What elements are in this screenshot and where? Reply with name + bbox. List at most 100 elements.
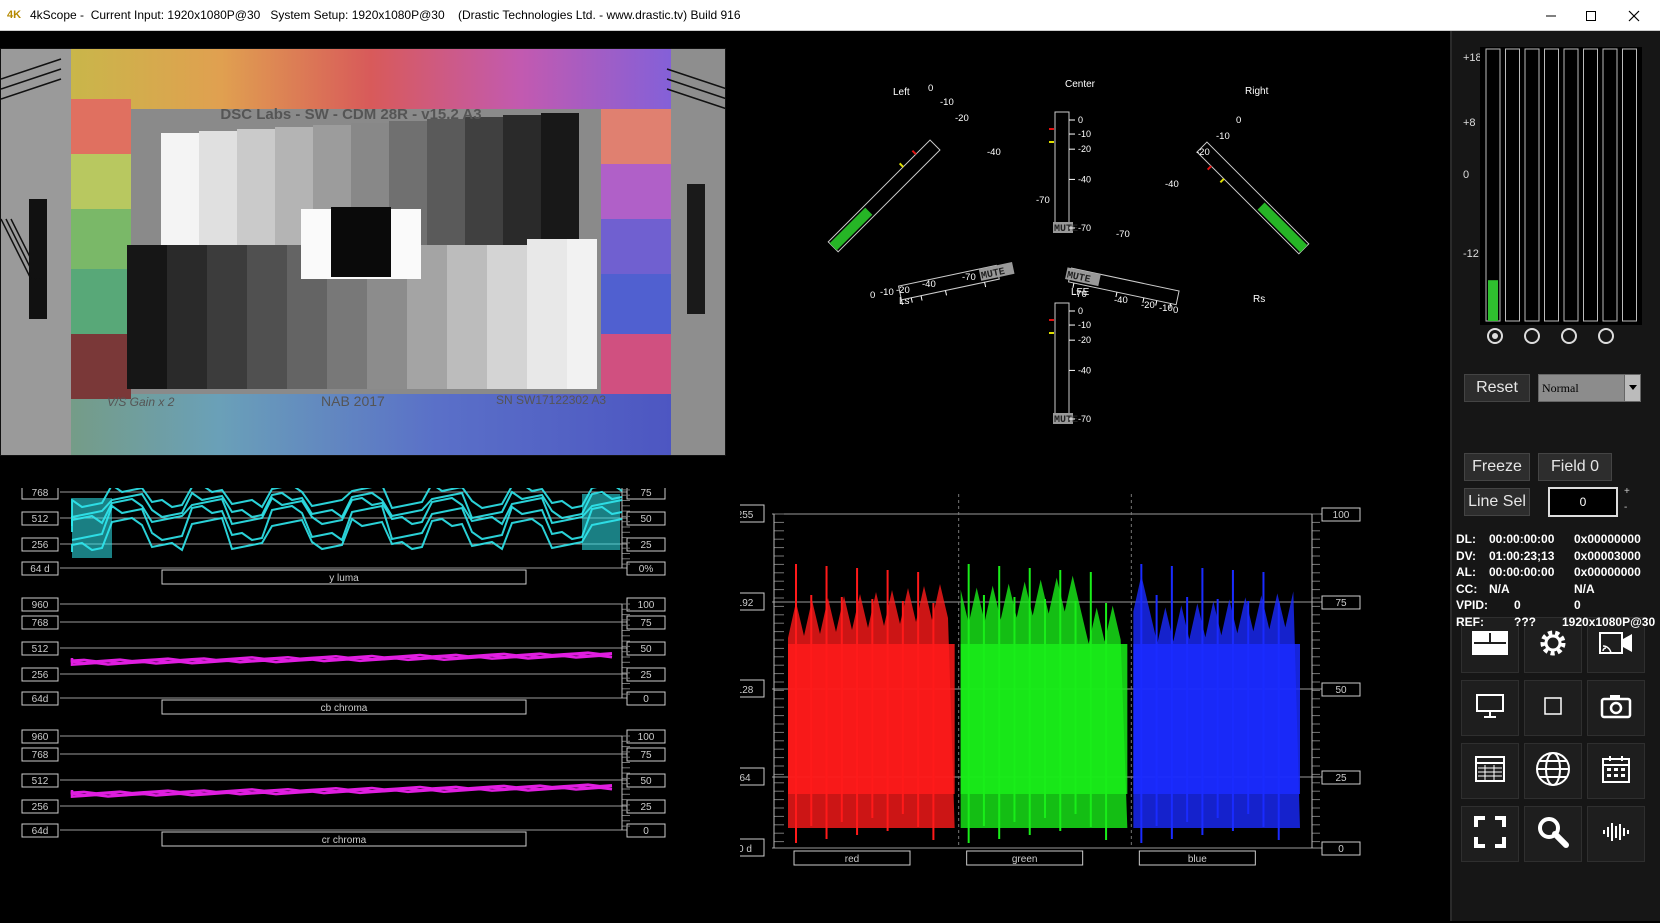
status-row: REF:??? 1920x1080P@30 xyxy=(1456,614,1656,631)
waveform-audio-button[interactable] xyxy=(1587,806,1645,862)
video-preview[interactable]: DSC Labs - SW - CDM 28R - v15.2 A3 V/S G… xyxy=(0,48,726,456)
left-tick-label: 768 xyxy=(32,488,49,499)
fullscreen-button[interactable] xyxy=(1461,806,1519,862)
meter-tick-label: -70 xyxy=(1078,414,1091,424)
zoom-button[interactable] xyxy=(1524,806,1582,862)
status-time: 00:00:00:00 xyxy=(1489,532,1555,546)
waveform-label: y luma xyxy=(329,573,359,584)
right-tick-label: 0 xyxy=(643,826,649,837)
meter-column xyxy=(1583,48,1598,322)
chevron-down-icon[interactable] xyxy=(1624,375,1640,401)
left-tick-label: 256 xyxy=(32,540,49,551)
channel-select-radio[interactable] xyxy=(1561,328,1577,344)
status-label: REF: xyxy=(1456,614,1484,629)
left-tick-label: 128 xyxy=(740,685,754,696)
status-label: DL: xyxy=(1456,532,1476,546)
waveform-label: cr chroma xyxy=(322,835,367,846)
globe-button[interactable] xyxy=(1524,743,1582,799)
chart-footer-mid: NAB 2017 xyxy=(321,393,385,409)
channel-select-radio[interactable] xyxy=(1524,328,1540,344)
left-tick-40: -40 xyxy=(987,147,1001,158)
right-tick-70: -70 xyxy=(1116,229,1130,240)
line-sel-button[interactable]: Line Sel xyxy=(1464,488,1530,516)
meter-column xyxy=(1602,48,1618,322)
maximize-icon[interactable] xyxy=(1568,0,1614,31)
meter-scale-label: +8 xyxy=(1463,117,1476,129)
left-tick-label: 768 xyxy=(32,618,49,629)
right-color-patches xyxy=(601,109,671,394)
left-tick-label: 512 xyxy=(32,514,49,525)
meter-tick-label: -20 xyxy=(1078,144,1091,154)
field-button[interactable]: Field 0 xyxy=(1538,453,1612,481)
ls-tick-70: -70 xyxy=(962,272,976,283)
control-sidebar: +18 +8 0 -12 Reset Normal Freeze Field 0 Li… xyxy=(1450,31,1660,921)
left-tick-label: 64 d xyxy=(30,564,49,575)
reset-button[interactable]: Reset xyxy=(1464,374,1530,402)
left-tick-label: 768 xyxy=(32,750,49,761)
left-tick-label: 960 xyxy=(32,732,49,743)
meter-tick-label: -10 xyxy=(1078,320,1091,330)
mode-select[interactable]: Normal xyxy=(1538,374,1641,402)
status-time: 01:00:23;13 xyxy=(1489,548,1555,563)
left-tick-label: 64d xyxy=(32,694,49,705)
left-tick-label: 960 xyxy=(32,600,49,611)
waveform-y-luma: 94010076875512502562564 d0%y luma xyxy=(21,467,666,585)
channel-select-radio[interactable] xyxy=(1598,328,1614,344)
rgb-parade: 255 192 128 64 0 d 100 75 50 25 0 red green blue xyxy=(725,494,1361,866)
peak-mark xyxy=(1206,165,1212,171)
plot-area xyxy=(72,736,622,830)
meter-column xyxy=(1563,48,1579,322)
status-row: AL: 00:00:00:00 0x00000000 xyxy=(1456,564,1656,581)
right-tick-label: 25 xyxy=(1335,773,1347,784)
spreadsheet-icon xyxy=(1475,755,1505,787)
line-decrement-button[interactable]: - xyxy=(1624,502,1627,513)
calendar-button[interactable] xyxy=(1587,743,1645,799)
right-tick-label: 75 xyxy=(640,488,652,499)
rs-tick-40: -40 xyxy=(1114,295,1128,306)
meter-tick-label: -70 xyxy=(1078,223,1091,233)
right-tick-label: 0% xyxy=(639,564,654,575)
status-hex: 0x00003000 xyxy=(1574,548,1641,563)
right-tick-label: 0 xyxy=(643,694,649,705)
meter-tick-label: -40 xyxy=(1078,174,1091,184)
left-tick-label: 64 xyxy=(740,773,751,784)
rgb-parade-panel: 255 192 128 64 0 d 100 75 50 25 0 red green blue xyxy=(725,488,1440,918)
meter-center: MUTE 0 -10 -20 -40 -70 xyxy=(1049,111,1091,235)
left-tick-label: 255 xyxy=(740,510,754,521)
line-increment-button[interactable]: + xyxy=(1624,486,1630,497)
right-tick-label: 75 xyxy=(640,618,652,629)
close-icon[interactable] xyxy=(1611,0,1657,31)
rs-tick-20: -20 xyxy=(1141,300,1155,311)
meter-body: MUTE xyxy=(897,262,1015,305)
channel-select-dot xyxy=(1492,333,1498,339)
left-tick-label: 192 xyxy=(740,598,754,609)
freeze-button[interactable]: Freeze xyxy=(1464,453,1530,481)
line-sel-input[interactable]: 0 xyxy=(1548,487,1618,517)
audio-meter-graphic: Left Center Right Ls LFE Rs MUTE0-10-20-… xyxy=(827,79,1310,426)
meter-column xyxy=(1524,48,1540,322)
meter-level-fill xyxy=(829,207,873,251)
camera-button[interactable] xyxy=(1587,680,1645,736)
ls-tick-0: 0 xyxy=(870,290,875,301)
left-tick-label: 64d xyxy=(32,826,49,837)
meter-frame xyxy=(1054,111,1070,233)
channel-label-center: Center xyxy=(1065,79,1096,90)
meter-level-fill xyxy=(1488,280,1498,321)
meter-tick xyxy=(1155,300,1158,306)
waveform-label: cb chroma xyxy=(321,703,368,714)
warn-mark xyxy=(898,162,904,168)
window-title: 4kScope - Current Input: 1920x1080P@30 S… xyxy=(30,8,741,22)
status-hex: 1920x1080P@30 xyxy=(1562,614,1656,629)
spreadsheet-button[interactable] xyxy=(1461,743,1519,799)
monitor-button[interactable] xyxy=(1461,680,1519,736)
settings-gear-icon xyxy=(1538,628,1568,663)
left-tick-label: 512 xyxy=(32,644,49,655)
test-chart-image: DSC Labs - SW - CDM 28R - v15.2 A3 V/S G… xyxy=(1,49,725,455)
calendar-icon xyxy=(1601,754,1631,789)
square-button[interactable] xyxy=(1524,680,1582,736)
warn-mark xyxy=(1219,178,1225,184)
meter-tick xyxy=(920,295,923,301)
title-bar: 4K 4kScope - Current Input: 1920x1080P@3… xyxy=(0,0,1660,31)
waveform-audio-icon xyxy=(1602,821,1630,848)
meter-level-fill xyxy=(1257,202,1308,253)
